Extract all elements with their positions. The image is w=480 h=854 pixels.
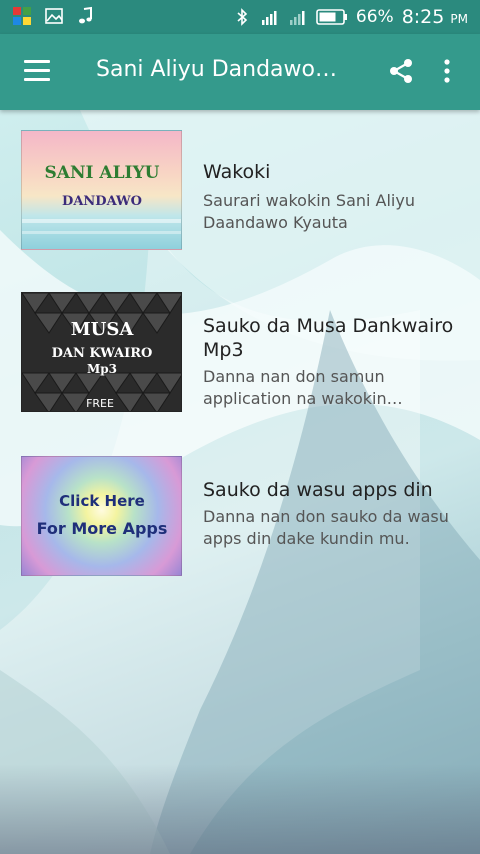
hamburger-icon-line — [24, 78, 50, 81]
app-bar: Sani Aliyu Dandawo… — [0, 34, 480, 110]
thumbnail-more-apps: Click Here For More Apps — [21, 456, 182, 576]
page-title: Sani Aliyu Dandawo… — [96, 57, 337, 82]
status-bar: 66% 8:25 PM — [0, 0, 480, 34]
list-item-musa-dankwairo[interactable]: MUSA DAN KWAIRO Mp3 FREE Sauko da Musa D… — [0, 286, 480, 436]
hamburger-icon-line — [24, 69, 50, 72]
clock-time: 8:25 — [401, 6, 445, 28]
menu-button[interactable] — [24, 60, 52, 84]
thumb-line1: Click Here — [59, 492, 145, 510]
thumb-line2: DANDAWO — [62, 194, 142, 209]
bluetooth-icon — [237, 8, 248, 26]
clock: 8:25 PM — [402, 6, 468, 28]
thumb-line2: For More Apps — [37, 519, 168, 538]
hamburger-icon — [24, 60, 50, 63]
item-subtitle: Danna nan don sauko da wasu apps din dak… — [203, 507, 449, 548]
item-title: Sauko da wasu apps din — [203, 479, 433, 501]
share-button[interactable] — [386, 56, 416, 86]
thumbnail-art: MUSA DAN KWAIRO Mp3 FREE — [22, 293, 181, 411]
item-title: Sauko da Musa Dankwairo Mp3 — [203, 315, 454, 361]
thumb-badge: FREE — [86, 397, 114, 410]
thumb-line1: SANI ALIYU — [45, 163, 160, 183]
overflow-menu-button[interactable] — [440, 56, 454, 86]
thumbnail-art: SANI ALIYU DANDAWO — [22, 163, 181, 234]
item-subtitle: Danna nan don samun application na wakok… — [203, 367, 403, 408]
signal-icon — [261, 11, 277, 25]
thumbnail-art: Click Here For More Apps — [37, 492, 168, 538]
list-item-more-apps[interactable]: Click Here For More Apps Sauko da wasu a… — [0, 450, 480, 600]
bottom-shadow — [0, 764, 480, 854]
more-vert-icon — [444, 59, 450, 83]
thumbnail-musa-dankwairo: MUSA DAN KWAIRO Mp3 FREE — [21, 292, 182, 412]
signal-weak-icon — [289, 11, 305, 25]
thumb-line1: MUSA — [71, 319, 135, 340]
list-item-wakoki[interactable]: SANI ALIYU DANDAWO Wakoki Saurari wakoki… — [0, 124, 480, 274]
battery-icon — [316, 9, 347, 25]
thumb-line3: Mp3 — [87, 362, 117, 376]
thumb-line2: DAN KWAIRO — [52, 346, 153, 361]
item-title: Wakoki — [203, 161, 271, 183]
battery-percent: 66% — [355, 7, 394, 27]
share-icon — [390, 59, 412, 83]
clock-ampm: PM — [450, 12, 468, 26]
item-subtitle: Saurari wakokin Sani Aliyu Daandawo Kyau… — [203, 191, 415, 232]
gallery-icon — [45, 8, 63, 24]
music-note-icon — [79, 6, 92, 24]
thumbnail-sani-aliyu: SANI ALIYU DANDAWO — [21, 130, 182, 250]
app-store-icon — [13, 7, 31, 25]
